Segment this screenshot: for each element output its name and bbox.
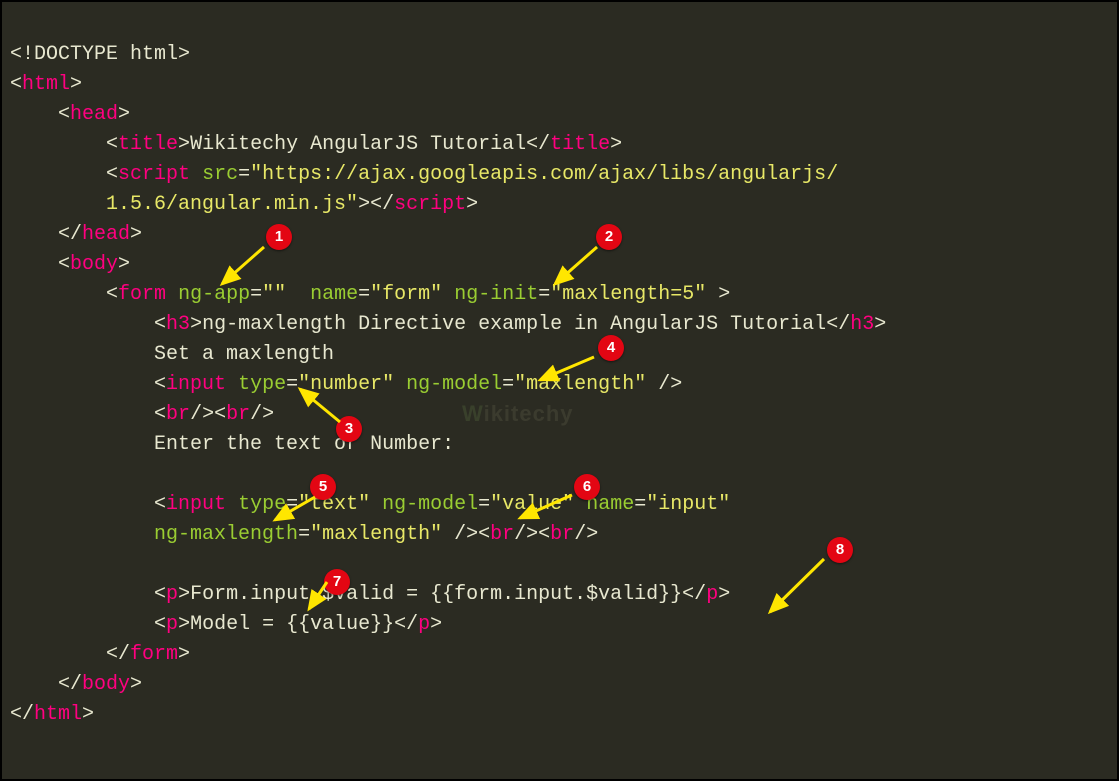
badge-7: 7 <box>324 569 350 595</box>
code-block: <!DOCTYPE html> <html> <head> <title>Wik… <box>10 10 1109 730</box>
badge-1: 1 <box>266 224 292 250</box>
code-line: <!DOCTYPE html> <box>10 43 190 66</box>
badge-6: 6 <box>574 474 600 500</box>
badge-4: 4 <box>598 335 624 361</box>
badge-5: 5 <box>310 474 336 500</box>
badge-8: 8 <box>827 537 853 563</box>
badge-3: 3 <box>336 416 362 442</box>
badge-2: 2 <box>596 224 622 250</box>
